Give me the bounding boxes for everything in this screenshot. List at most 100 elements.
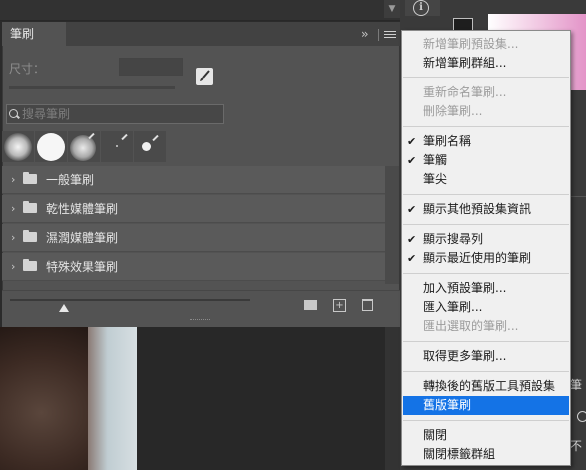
menu-item-label: 轉換後的舊版工具預設集 <box>423 379 556 393</box>
folder-icon <box>23 172 37 184</box>
menu-item-label: 匯出選取的筆刷... <box>423 319 519 333</box>
brush-group-label: 乾性媒體筆刷 <box>46 202 119 216</box>
menu-item-label: 舊版筆刷 <box>423 398 472 412</box>
brush-group-special-effects[interactable]: › 特殊效果筆刷 <box>2 253 385 281</box>
size-slider[interactable] <box>9 86 175 89</box>
menu-separator <box>403 273 569 274</box>
medium-brush-tip-icon <box>142 142 151 151</box>
right-panel-label: 筆 <box>570 378 583 392</box>
size-label: 尺寸： <box>9 62 46 76</box>
brush-group-label: 特殊效果筆刷 <box>46 260 119 274</box>
tab-brushes[interactable]: 筆刷 <box>2 22 66 46</box>
brush-pen-icon <box>152 134 159 142</box>
new-brush-icon[interactable]: + <box>333 299 346 312</box>
menu-item-label: 加入預設筆刷... <box>423 281 507 295</box>
collapse-chevron-icon[interactable]: ▼ <box>384 0 400 18</box>
brush-settings-button[interactable] <box>196 68 213 85</box>
menu-item-brush-name[interactable]: ✔ 筆刷名稱 <box>403 132 569 151</box>
panel-menu-icon[interactable] <box>384 31 396 39</box>
menu-item-converted-legacy-tool-presets[interactable]: 轉換後的舊版工具預設集 <box>403 377 569 396</box>
checkmark-icon: ✔ <box>407 135 417 148</box>
soft-brush-tip-icon <box>70 135 96 161</box>
menu-item-rename-brush[interactable]: 重新命名筆刷... <box>403 83 569 102</box>
recent-brush-medium-tip[interactable] <box>134 131 166 162</box>
top-strip <box>0 0 400 21</box>
new-group-folder-icon[interactable] <box>304 300 317 310</box>
folder-icon <box>23 201 37 213</box>
chevron-right-icon[interactable]: › <box>11 173 15 186</box>
checkmark-icon: ✔ <box>407 252 417 265</box>
recent-brush-soft-stroke[interactable] <box>68 131 100 162</box>
info-icon[interactable]: i <box>413 0 429 16</box>
menu-item-append-default-brushes[interactable]: 加入預設筆刷... <box>403 279 569 298</box>
canvas-gutter <box>385 327 400 470</box>
opacity-icon[interactable] <box>577 411 586 422</box>
recent-brush-hard-round[interactable] <box>35 131 67 162</box>
canvas-image-edge <box>88 327 137 470</box>
brush-group-wet-media[interactable]: › 濕潤媒體筆刷 <box>2 224 385 252</box>
menu-item-export-selected-brushes[interactable]: 匯出選取的筆刷... <box>403 317 569 336</box>
hard-brush-tip-icon <box>37 133 65 161</box>
menu-item-label: 筆觸 <box>423 153 448 167</box>
menu-separator <box>403 341 569 342</box>
chevron-right-icon[interactable]: › <box>11 260 15 273</box>
slider-thumb[interactable] <box>59 304 69 312</box>
menu-separator <box>403 194 569 195</box>
brush-group-dry-media[interactable]: › 乾性媒體筆刷 <box>2 195 385 223</box>
soft-brush-tip-icon <box>4 133 32 161</box>
menu-item-label: 關閉 <box>423 428 448 442</box>
menu-item-get-more-brushes[interactable]: 取得更多筆刷... <box>403 347 569 366</box>
preview-size-slider[interactable] <box>10 299 250 301</box>
menu-item-label: 筆尖 <box>423 172 448 186</box>
canvas-background <box>137 327 385 470</box>
menu-item-close[interactable]: 關閉 <box>403 426 569 445</box>
search-icon <box>9 109 18 118</box>
menu-item-show-search-bar[interactable]: ✔ 顯示搜尋列 <box>403 230 569 249</box>
menu-item-label: 匯入筆刷... <box>423 300 483 314</box>
delete-trash-icon[interactable] <box>362 299 373 311</box>
menu-item-brush-stroke[interactable]: ✔ 筆觸 <box>403 151 569 170</box>
menu-item-brush-tip[interactable]: 筆尖 <box>403 170 569 189</box>
menu-item-new-brush-group[interactable]: 新增筆刷群組... <box>403 54 569 73</box>
folder-icon <box>23 230 37 242</box>
menu-item-legacy-brushes[interactable]: 舊版筆刷 <box>403 396 569 415</box>
checkmark-icon: ✔ <box>407 203 417 216</box>
menu-item-label: 重新命名筆刷... <box>423 85 507 99</box>
menu-separator <box>403 77 569 78</box>
resize-grip[interactable] <box>190 319 210 323</box>
brush-group-label: 一般筆刷 <box>46 173 95 187</box>
panel-flyout-menu: 新增筆刷預設集... 新增筆刷群組... 重新命名筆刷... 刪除筆刷... ✔… <box>401 30 571 466</box>
menu-separator <box>403 224 569 225</box>
menu-item-delete-brush[interactable]: 刪除筆刷... <box>403 102 569 121</box>
recent-brush-soft-round[interactable] <box>2 131 34 162</box>
menu-separator <box>403 371 569 372</box>
collapse-panel-icon[interactable]: ›› <box>361 27 368 41</box>
menu-item-label: 顯示最近使用的筆刷 <box>423 251 532 265</box>
menu-item-show-preset-info[interactable]: ✔ 顯示其他預設集資訊 <box>403 200 569 219</box>
search-input[interactable] <box>22 105 218 123</box>
size-field[interactable] <box>119 58 183 76</box>
recent-brush-small-tip[interactable] <box>101 131 133 162</box>
chevron-right-icon[interactable]: › <box>11 202 15 215</box>
menu-item-label: 顯示搜尋列 <box>423 232 484 246</box>
brush-group-general[interactable]: › 一般筆刷 <box>2 166 385 194</box>
menu-item-label: 筆刷名稱 <box>423 134 472 148</box>
menu-item-label: 刪除筆刷... <box>423 104 483 118</box>
menu-item-show-recent-brushes[interactable]: ✔ 顯示最近使用的筆刷 <box>403 249 569 268</box>
checkmark-icon: ✔ <box>407 233 417 246</box>
menu-item-new-brush-preset[interactable]: 新增筆刷預設集... <box>403 35 569 54</box>
menu-separator <box>403 126 569 127</box>
menu-item-import-brushes[interactable]: 匯入筆刷... <box>403 298 569 317</box>
brush-group-label: 濕潤媒體筆刷 <box>46 231 119 245</box>
divider <box>378 29 379 41</box>
menu-item-label: 取得更多筆刷... <box>423 349 507 363</box>
menu-item-close-tab-group[interactable]: 關閉標籤群組 <box>403 445 569 464</box>
checkmark-icon: ✔ <box>407 154 417 167</box>
list-scrollbar[interactable] <box>385 166 399 284</box>
tiny-brush-tip-icon <box>116 145 118 147</box>
brush-pen-icon <box>121 133 128 141</box>
menu-item-label: 新增筆刷預設集... <box>423 37 519 51</box>
menu-item-label: 新增筆刷群組... <box>423 56 507 70</box>
chevron-right-icon[interactable]: › <box>11 231 15 244</box>
menu-separator <box>403 420 569 421</box>
